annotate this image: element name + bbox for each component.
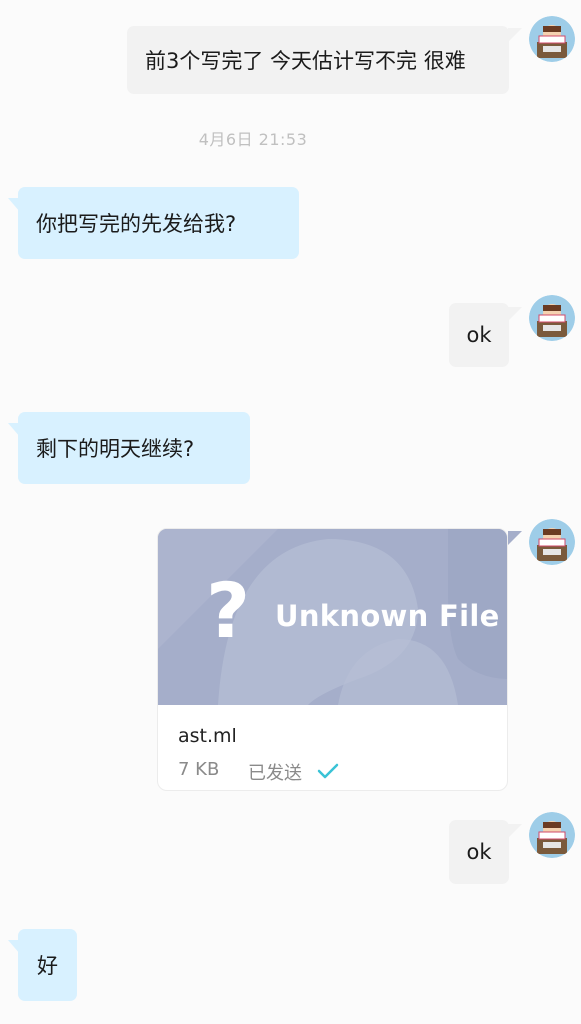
bubble-tail xyxy=(508,824,522,838)
user-avatar[interactable] xyxy=(529,812,575,858)
message-text: ok xyxy=(466,323,492,347)
file-size: 7 KB xyxy=(178,759,220,780)
check-icon xyxy=(317,763,339,779)
avatar-image xyxy=(529,16,575,62)
file-name: ast.ml xyxy=(178,725,237,747)
file-preview: ? Unknown File xyxy=(158,529,507,705)
message-text: ok xyxy=(466,840,492,864)
chat-screen: { "messages": { "m1": "前3个写完了 今天估计写不完 很难… xyxy=(0,0,581,1024)
timestamp: 4月6日 21:53 xyxy=(198,130,308,149)
file-send-status: 已发送 xyxy=(248,763,302,784)
outgoing-message[interactable]: ok xyxy=(449,303,509,367)
message-text: 好 xyxy=(37,954,58,978)
bubble-tail xyxy=(508,531,522,545)
user-avatar[interactable] xyxy=(529,519,575,565)
message-text: 剩下的明天继续? xyxy=(36,437,195,461)
outgoing-message[interactable]: 前3个写完了 今天估计写不完 很难 xyxy=(127,26,509,94)
user-avatar[interactable] xyxy=(529,16,575,62)
avatar-image xyxy=(529,295,575,341)
avatar-image xyxy=(529,812,575,858)
file-preview-label: Unknown File xyxy=(275,599,500,633)
bubble-tail xyxy=(508,307,522,321)
file-message-card[interactable]: ? Unknown File ast.ml 7 KB 已发送 xyxy=(157,528,508,791)
outgoing-message[interactable]: ok xyxy=(449,820,509,884)
incoming-message[interactable]: 你把写完的先发给我? xyxy=(18,187,299,259)
bubble-tail xyxy=(508,28,522,42)
question-mark-icon: ? xyxy=(206,566,251,655)
avatar-image xyxy=(529,519,575,565)
incoming-message[interactable]: 好 xyxy=(18,929,77,1001)
user-avatar[interactable] xyxy=(529,295,575,341)
message-text: 你把写完的先发给我? xyxy=(36,212,237,236)
message-text: 前3个写完了 今天估计写不完 很难 xyxy=(145,49,466,73)
incoming-message[interactable]: 剩下的明天继续? xyxy=(18,412,250,484)
